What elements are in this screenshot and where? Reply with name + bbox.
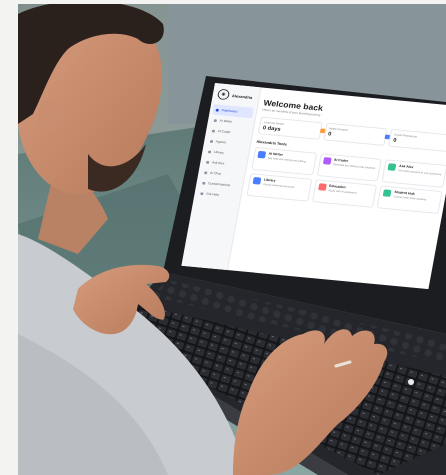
sidebar-item-label: Ask Alex xyxy=(211,160,225,166)
book-icon xyxy=(252,176,262,185)
code-icon xyxy=(211,129,216,133)
help-icon xyxy=(200,191,204,195)
pen-icon xyxy=(213,118,218,122)
sidebar-item-label: AI Coder xyxy=(217,129,231,135)
sidebar-item-label: Agents xyxy=(215,139,227,145)
book-icon xyxy=(207,150,212,153)
tool-card-ai-coder[interactable]: AI Coder Generate and debug code solution… xyxy=(316,153,383,182)
stat-card: Learning Streak 0 days xyxy=(257,116,323,140)
sidebar-item-label: Get Help xyxy=(205,191,220,197)
app-main: Welcome back Here's an overview of your … xyxy=(233,95,446,289)
code-icon xyxy=(322,157,332,165)
note-icon xyxy=(384,134,391,140)
power-light xyxy=(408,379,414,385)
tool-card-education[interactable]: Education Study with AI assistance xyxy=(311,179,378,208)
tool-card-ask-alex[interactable]: Ask Alex Get quick answers to your questi… xyxy=(381,159,446,188)
document-icon xyxy=(257,150,267,159)
flame-icon xyxy=(319,128,326,134)
sidebar-item-label: Library xyxy=(213,150,225,155)
photo: ◉ Alexandria Dashboard AI Writer AI Code… xyxy=(18,4,446,475)
dashboard-icon xyxy=(215,108,219,112)
stat-card: Notes Created 0 xyxy=(319,122,388,146)
logo-icon: ◉ xyxy=(216,88,231,101)
chat-icon xyxy=(206,160,210,164)
agent-icon xyxy=(209,139,214,143)
brand-name: Alexandria xyxy=(231,93,253,100)
person-ear xyxy=(38,100,58,132)
stat-card: Saved Resources 0 xyxy=(384,128,446,153)
message-icon xyxy=(204,170,208,174)
sidebar-item-label: Dashboard xyxy=(221,108,238,114)
tool-card-student-hub[interactable]: Student Hub Connect with other students xyxy=(376,185,443,214)
tool-card-ai-writer[interactable]: AI Writer Get help with writing and editi… xyxy=(251,147,317,176)
sidebar-item-label: AI Writer xyxy=(219,118,233,124)
chat-icon xyxy=(387,163,397,171)
laptop-screen: ◉ Alexandria Dashboard AI Writer AI Code… xyxy=(181,83,446,290)
tool-card-library[interactable]: Library Access learning resources xyxy=(246,173,313,202)
sidebar-item-label: AI Chat xyxy=(209,171,222,176)
sidebar-item-label: Customizations xyxy=(207,181,231,188)
settings-icon xyxy=(202,181,206,185)
users-icon xyxy=(382,189,392,197)
graduation-icon xyxy=(317,183,327,191)
